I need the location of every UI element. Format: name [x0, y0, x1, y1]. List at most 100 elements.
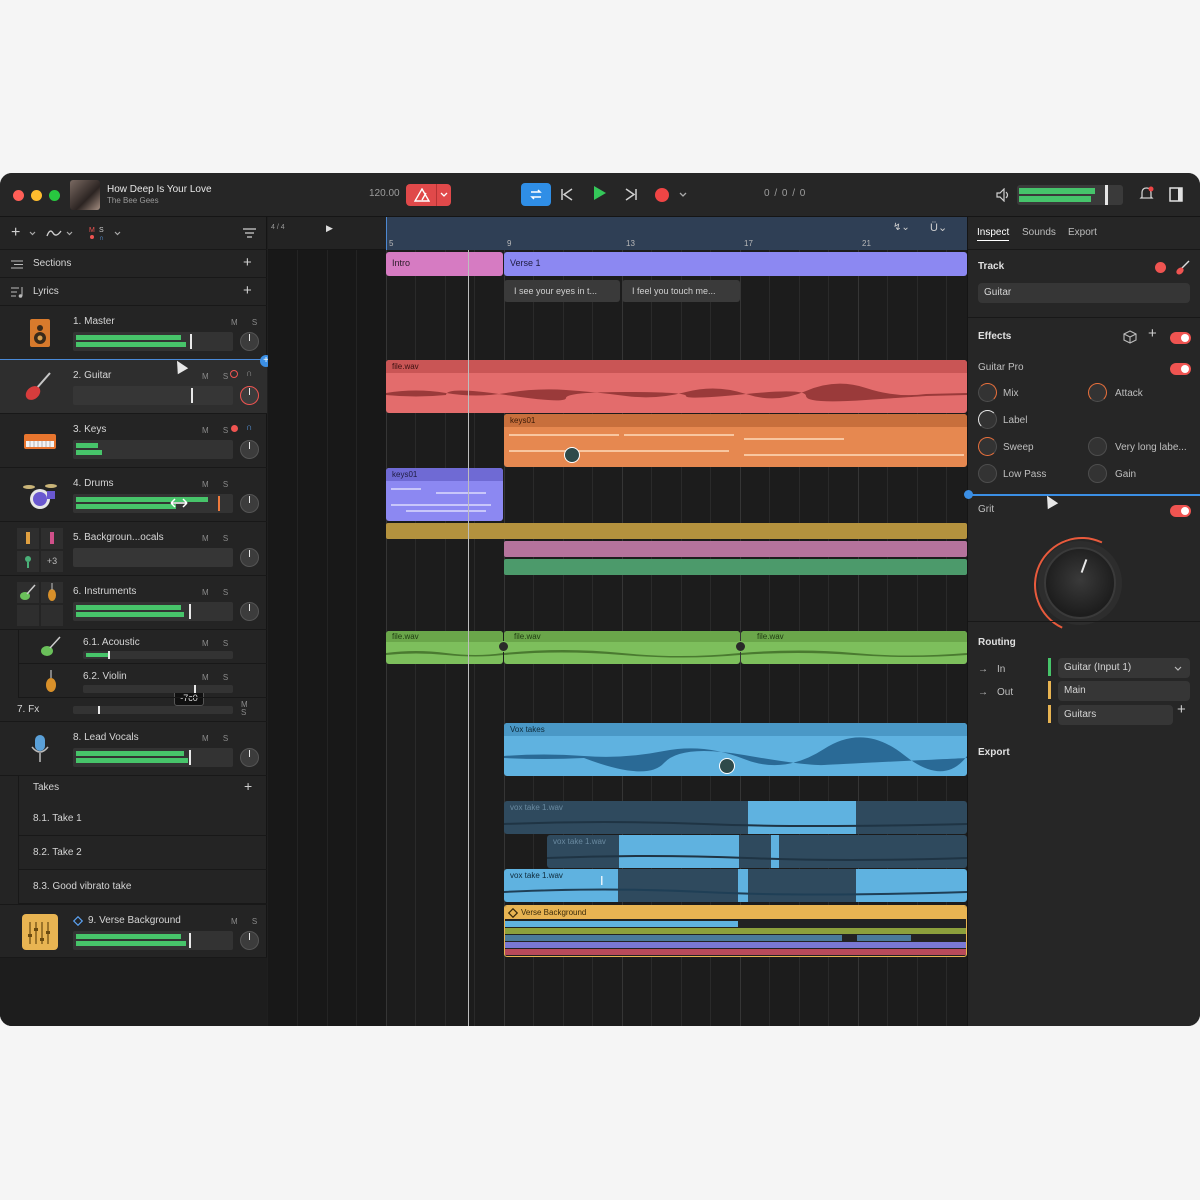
timeline-ruler[interactable]: 4 / 4 ▶ 5 9 13 17 21 ↯⌄ Ü⌄: [268, 217, 967, 250]
pan-knob[interactable]: [240, 602, 259, 621]
pan-knob[interactable]: [240, 548, 259, 567]
output-select[interactable]: Main: [1058, 681, 1190, 701]
record-arm-button[interactable]: [1155, 262, 1166, 273]
skip-forward-icon[interactable]: [625, 188, 637, 201]
track-row-drums[interactable]: 4. Drums M S: [0, 468, 267, 522]
section-verse-1[interactable]: Verse 1: [504, 252, 967, 276]
folder-lane-bgvocals-3[interactable]: [504, 559, 967, 575]
gain-knob[interactable]: [1088, 464, 1107, 483]
pan-knob[interactable]: [240, 494, 259, 513]
track-row-master[interactable]: 1. Master M S: [0, 306, 267, 360]
add-section-icon[interactable]: +: [243, 254, 252, 271]
mute-solo-buttons[interactable]: M S: [202, 534, 234, 543]
zoom-window-button[interactable]: [49, 190, 60, 201]
track-volume-meter[interactable]: [73, 494, 233, 513]
add-track-icon[interactable]: +: [11, 224, 20, 242]
pan-knob[interactable]: [240, 748, 259, 767]
sweep-knob[interactable]: [978, 437, 997, 456]
section-intro[interactable]: Intro: [386, 252, 503, 276]
chevron-down-icon[interactable]: [1174, 666, 1182, 672]
track-row-verse-background[interactable]: 9. Verse Background M S: [0, 904, 267, 958]
record-arm-icon[interactable]: [230, 370, 238, 378]
chevron-down-icon[interactable]: [679, 192, 687, 198]
track-name[interactable]: 3. Keys: [73, 424, 106, 435]
track-name[interactable]: 6. Instruments: [73, 586, 136, 597]
take-clip-2[interactable]: vox take 1.wav: [547, 835, 967, 868]
monitor-icon[interactable]: ∩: [246, 368, 252, 378]
sections-row[interactable]: Sections +: [0, 250, 267, 278]
playhead[interactable]: [468, 250, 469, 1026]
metronome-button[interactable]: [406, 184, 451, 206]
audio-clip-acoustic[interactable]: file.wav: [741, 631, 967, 664]
time-signature[interactable]: 4 / 4: [271, 224, 285, 231]
track-row-background-vocals[interactable]: +3 5. Backgroun...ocals M S: [0, 522, 267, 576]
midi-clip-drums[interactable]: keys01: [386, 468, 503, 521]
tab-inspect[interactable]: Inspect: [977, 227, 1010, 241]
close-window-button[interactable]: [13, 190, 24, 201]
mute-solo-buttons[interactable]: M S: [241, 701, 251, 717]
play-button[interactable]: [594, 186, 606, 200]
track-name-field[interactable]: Guitar: [978, 283, 1190, 303]
track-row-lead-vocals[interactable]: 8. Lead Vocals M S: [0, 722, 267, 776]
track-row-acoustic[interactable]: 6.1. Acoustic M S: [18, 630, 267, 664]
attack-knob[interactable]: [1088, 383, 1107, 402]
tab-export[interactable]: Export: [1068, 227, 1097, 238]
track-row-violin[interactable]: 6.2. Violin M S: [18, 664, 267, 698]
add-effect-icon[interactable]: +: [1148, 325, 1157, 342]
track-name[interactable]: 9. Verse Background: [88, 915, 181, 926]
very-long-label-knob[interactable]: [1088, 437, 1107, 456]
mute-solo-buttons[interactable]: M S: [202, 673, 234, 682]
track-name[interactable]: 6.1. Acoustic: [83, 637, 140, 648]
record-arm-icon[interactable]: [231, 425, 238, 432]
crossfade-check-icon[interactable]: [735, 641, 746, 652]
input-select[interactable]: Guitar (Input 1): [1058, 658, 1190, 678]
send-select[interactable]: Guitars: [1058, 705, 1173, 725]
mute-solo-buttons[interactable]: M S: [202, 734, 234, 743]
track-row-keys[interactable]: 3. Keys M S ∩: [0, 414, 267, 468]
track-row-instruments[interactable]: 6. Instruments M S: [0, 576, 267, 630]
add-send-icon[interactable]: +: [1177, 701, 1186, 718]
track-name[interactable]: 4. Drums: [73, 478, 114, 489]
cube-icon[interactable]: [1123, 330, 1137, 344]
add-lyrics-icon[interactable]: +: [243, 282, 252, 299]
take-row[interactable]: 8.2. Take 2: [18, 836, 267, 870]
mix-knob[interactable]: [978, 383, 997, 402]
track-volume-meter[interactable]: [73, 440, 233, 459]
mute-solo-buttons[interactable]: M S: [202, 480, 234, 489]
pan-knob[interactable]: [240, 332, 259, 351]
track-name[interactable]: 8. Lead Vocals: [73, 732, 139, 743]
automation-icon[interactable]: [46, 227, 62, 239]
mute-solo-buttons[interactable]: M S: [231, 917, 263, 926]
lyric-clip[interactable]: I see your eyes in t...: [504, 280, 620, 302]
mute-solo-buttons[interactable]: M S: [202, 588, 234, 597]
tempo-display[interactable]: 120.00: [369, 188, 400, 199]
magnet-icon[interactable]: Ü⌄: [930, 221, 947, 234]
track-volume-meter[interactable]: [73, 706, 233, 714]
effects-toggle[interactable]: [1170, 332, 1191, 344]
track-name[interactable]: 5. Backgroun...ocals: [73, 532, 164, 543]
lyrics-row[interactable]: Lyrics +: [0, 278, 267, 306]
folder-lane-bgvocals-1[interactable]: [386, 523, 967, 539]
track-name[interactable]: 1. Master: [73, 316, 115, 327]
tab-sounds[interactable]: Sounds: [1022, 227, 1056, 238]
mute-solo-buttons[interactable]: M S: [231, 318, 263, 327]
low-pass-knob[interactable]: [978, 464, 997, 483]
track-name[interactable]: 7. Fx: [17, 704, 39, 715]
notification-bell-icon[interactable]: [1139, 186, 1154, 202]
snap-icon[interactable]: ↯⌄: [893, 222, 910, 233]
arrangement-timeline[interactable]: 4 / 4 ▶ 5 9 13 17 21 ↯⌄ Ü⌄ Intro Verse 1…: [268, 217, 967, 1026]
grit-toggle[interactable]: [1170, 505, 1191, 517]
lyric-clip[interactable]: I feel you touch me...: [622, 280, 740, 302]
mute-solo-icon[interactable]: M S∩: [89, 225, 111, 241]
track-volume-meter[interactable]: [73, 386, 233, 405]
audio-clip-acoustic[interactable]: file.wav: [386, 631, 503, 664]
playhead-marker-icon[interactable]: ▶: [326, 223, 333, 234]
audio-clip-acoustic[interactable]: file.wav: [504, 631, 740, 664]
pan-knob[interactable]: [240, 440, 259, 459]
track-row-fx[interactable]: 7. Fx M S: [0, 698, 267, 722]
track-volume-meter[interactable]: [83, 651, 233, 659]
chevron-down-icon[interactable]: [29, 231, 36, 236]
track-volume-meter[interactable]: [73, 931, 233, 950]
midi-clip-keys[interactable]: keys01: [504, 414, 967, 467]
track-name[interactable]: 6.2. Violin: [83, 671, 127, 682]
